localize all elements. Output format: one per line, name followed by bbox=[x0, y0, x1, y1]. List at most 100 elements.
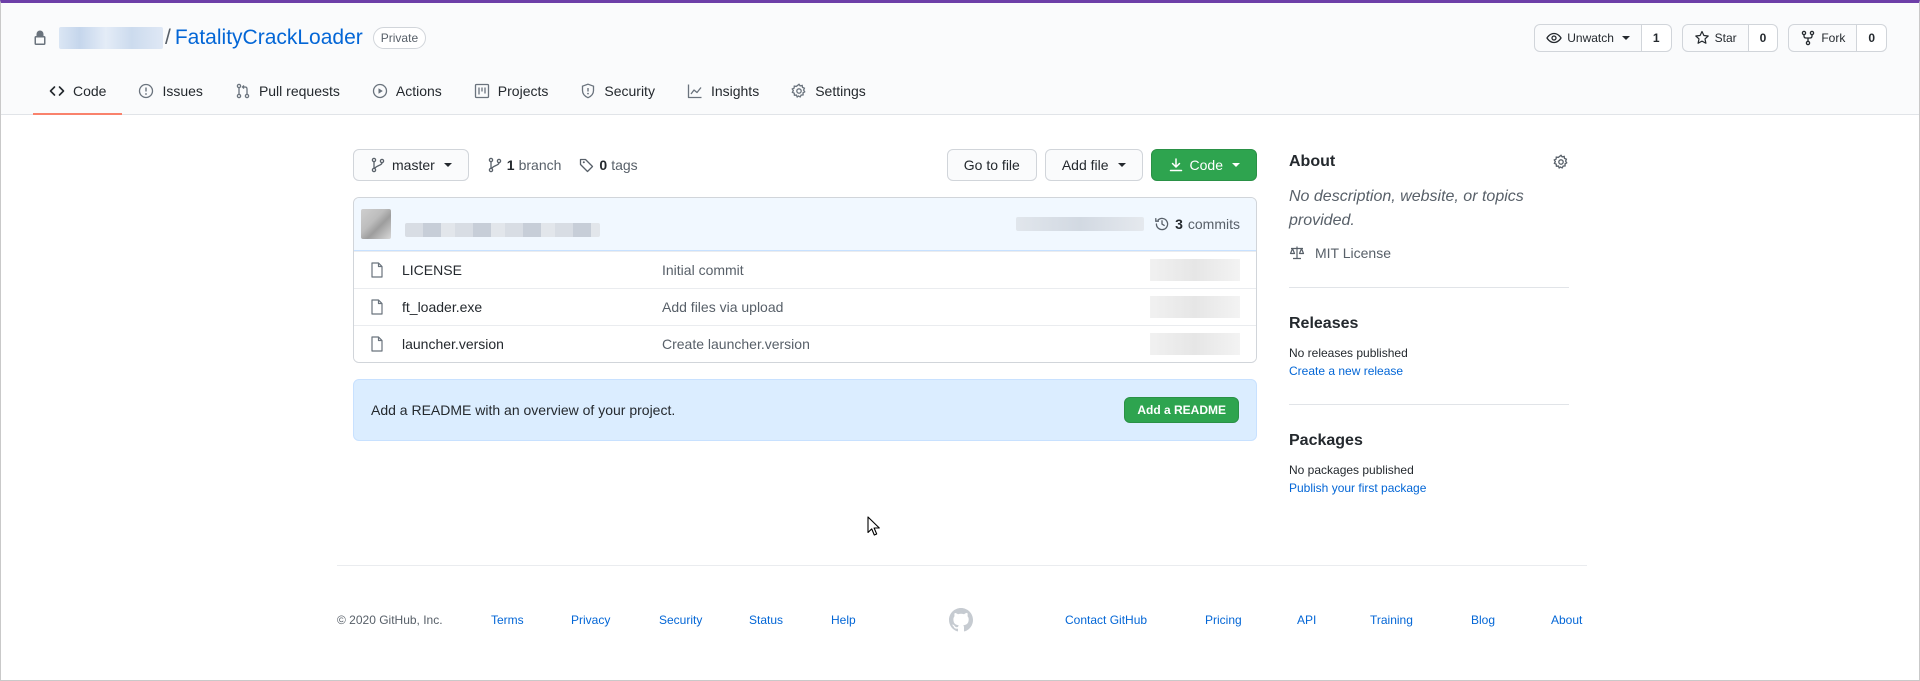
file-date-redacted bbox=[1150, 333, 1240, 355]
tags-link[interactable]: 0 tags bbox=[579, 157, 638, 173]
add-readme-button[interactable]: Add a README bbox=[1124, 397, 1239, 423]
publish-package-link[interactable]: Publish your first package bbox=[1289, 481, 1569, 495]
about-header: About bbox=[1289, 153, 1569, 171]
fork-button[interactable]: Fork bbox=[1788, 24, 1858, 52]
star-icon bbox=[1694, 30, 1710, 46]
tab-insights[interactable]: Insights bbox=[671, 69, 775, 115]
tab-projects-label: Projects bbox=[497, 83, 549, 99]
fork-count[interactable]: 0 bbox=[1857, 24, 1887, 52]
tab-actions-label: Actions bbox=[395, 83, 442, 99]
about-description: No description, website, or topics provi… bbox=[1289, 188, 1524, 229]
footer-link-contact[interactable]: Contact GitHub bbox=[1065, 613, 1147, 627]
create-release-link[interactable]: Create a new release bbox=[1289, 364, 1569, 378]
lock-icon bbox=[33, 30, 47, 46]
star-button[interactable]: Star bbox=[1681, 24, 1749, 52]
footer-link-pricing[interactable]: Pricing bbox=[1205, 613, 1242, 627]
footer-link-status[interactable]: Status bbox=[749, 613, 783, 627]
commits-link[interactable]: 3 commits bbox=[1154, 216, 1240, 232]
file-date-redacted bbox=[1150, 259, 1240, 281]
divider bbox=[1289, 404, 1569, 405]
footer-link-security[interactable]: Security bbox=[659, 613, 702, 627]
packages-title[interactable]: Packages bbox=[1289, 432, 1569, 450]
file-date-redacted bbox=[1150, 296, 1240, 318]
history-icon bbox=[1154, 216, 1170, 232]
tab-pull-requests[interactable]: Pull requests bbox=[219, 69, 356, 115]
path-separator: / bbox=[165, 26, 171, 49]
readme-callout-text: Add a README with an overview of your pr… bbox=[371, 402, 676, 418]
branch-icon bbox=[487, 157, 503, 173]
branch-name: master bbox=[392, 157, 435, 173]
tab-security[interactable]: Security bbox=[564, 69, 671, 115]
tag-icon bbox=[579, 157, 595, 173]
file-navigation: master 1 branch 0 tags Go to file Add fi… bbox=[353, 149, 1257, 181]
footer-link-privacy[interactable]: Privacy bbox=[571, 613, 610, 627]
readme-callout: Add a README with an overview of your pr… bbox=[353, 379, 1257, 441]
download-icon bbox=[1168, 157, 1184, 173]
tab-issues[interactable]: Issues bbox=[122, 69, 218, 115]
watch-count[interactable]: 1 bbox=[1641, 24, 1672, 52]
play-icon bbox=[372, 83, 388, 99]
tab-pull-requests-label: Pull requests bbox=[258, 83, 340, 99]
footer-link-help[interactable]: Help bbox=[831, 613, 856, 627]
file-row: ft_loader.exe Add files via upload bbox=[354, 288, 1256, 325]
unwatch-button[interactable]: Unwatch bbox=[1534, 24, 1642, 52]
license-label: MIT License bbox=[1315, 245, 1391, 261]
tag-word: tags bbox=[611, 157, 638, 173]
gear-icon[interactable] bbox=[1553, 154, 1569, 170]
file-name-link[interactable]: ft_loader.exe bbox=[402, 299, 662, 315]
copyright: © 2020 GitHub, Inc. bbox=[337, 613, 443, 627]
eye-icon bbox=[1546, 30, 1562, 46]
file-name-link[interactable]: launcher.version bbox=[402, 336, 662, 352]
add-file-button[interactable]: Add file bbox=[1044, 149, 1143, 181]
footer-link-terms[interactable]: Terms bbox=[491, 613, 524, 627]
footer-link-about[interactable]: About bbox=[1551, 613, 1582, 627]
license-link[interactable]: MIT License bbox=[1289, 245, 1569, 261]
file-list-box: 3 commits LICENSE Initial commit ft_load… bbox=[353, 197, 1257, 363]
mouse-cursor-icon bbox=[867, 516, 881, 537]
file-commit-message[interactable]: Add files via upload bbox=[662, 299, 783, 315]
shield-icon bbox=[580, 83, 596, 99]
footer-row: © 2020 GitHub, Inc. Terms Privacy Securi… bbox=[337, 608, 1587, 632]
go-to-file-button[interactable]: Go to file bbox=[946, 149, 1037, 181]
releases-title[interactable]: Releases bbox=[1289, 315, 1569, 333]
branch-word: branch bbox=[518, 157, 562, 173]
footer-link-api[interactable]: API bbox=[1297, 613, 1316, 627]
tab-settings[interactable]: Settings bbox=[775, 69, 882, 115]
tab-security-label: Security bbox=[604, 83, 655, 99]
commit-date-redacted bbox=[1016, 217, 1145, 231]
repo-name-link[interactable]: FatalityCrackLoader bbox=[175, 26, 363, 50]
tab-actions[interactable]: Actions bbox=[356, 69, 458, 115]
file-commit-message[interactable]: Initial commit bbox=[662, 262, 744, 278]
private-badge: Private bbox=[372, 27, 427, 49]
tab-projects[interactable]: Projects bbox=[458, 69, 565, 115]
commit-word: commits bbox=[1187, 216, 1240, 232]
pull-request-icon bbox=[235, 83, 251, 99]
tab-issues-label: Issues bbox=[162, 83, 203, 99]
file-icon bbox=[370, 336, 384, 352]
project-icon bbox=[474, 83, 490, 99]
branches-link[interactable]: 1 branch bbox=[487, 157, 562, 173]
about-title: About bbox=[1289, 153, 1336, 170]
branch-select-button[interactable]: master bbox=[353, 149, 469, 181]
owner-name-redacted[interactable] bbox=[59, 27, 163, 49]
about-sidebar: About No description, website, or topics… bbox=[1289, 153, 1569, 495]
star-count[interactable]: 0 bbox=[1748, 24, 1779, 52]
unwatch-label: Unwatch bbox=[1567, 31, 1614, 45]
tab-insights-label: Insights bbox=[710, 83, 760, 99]
file-name-link[interactable]: LICENSE bbox=[402, 262, 662, 278]
file-commit-message[interactable]: Create launcher.version bbox=[662, 336, 810, 352]
tab-code[interactable]: Code bbox=[33, 69, 123, 115]
branch-count: 1 bbox=[506, 157, 515, 173]
github-logo-icon[interactable] bbox=[949, 608, 973, 632]
avatar[interactable] bbox=[361, 209, 391, 239]
code-button[interactable]: Code bbox=[1150, 149, 1257, 181]
commit-message-redacted[interactable] bbox=[405, 223, 600, 237]
footer-link-blog[interactable]: Blog bbox=[1471, 613, 1495, 627]
repo-nav: Code Issues Pull requests Actions Projec… bbox=[33, 69, 882, 115]
star-group: Star 0 bbox=[1681, 24, 1779, 52]
gear-icon bbox=[791, 83, 807, 99]
watch-group: Unwatch 1 bbox=[1534, 24, 1672, 52]
add-file-label: Add file bbox=[1061, 157, 1109, 173]
law-icon bbox=[1289, 245, 1305, 261]
footer-link-training[interactable]: Training bbox=[1370, 613, 1413, 627]
